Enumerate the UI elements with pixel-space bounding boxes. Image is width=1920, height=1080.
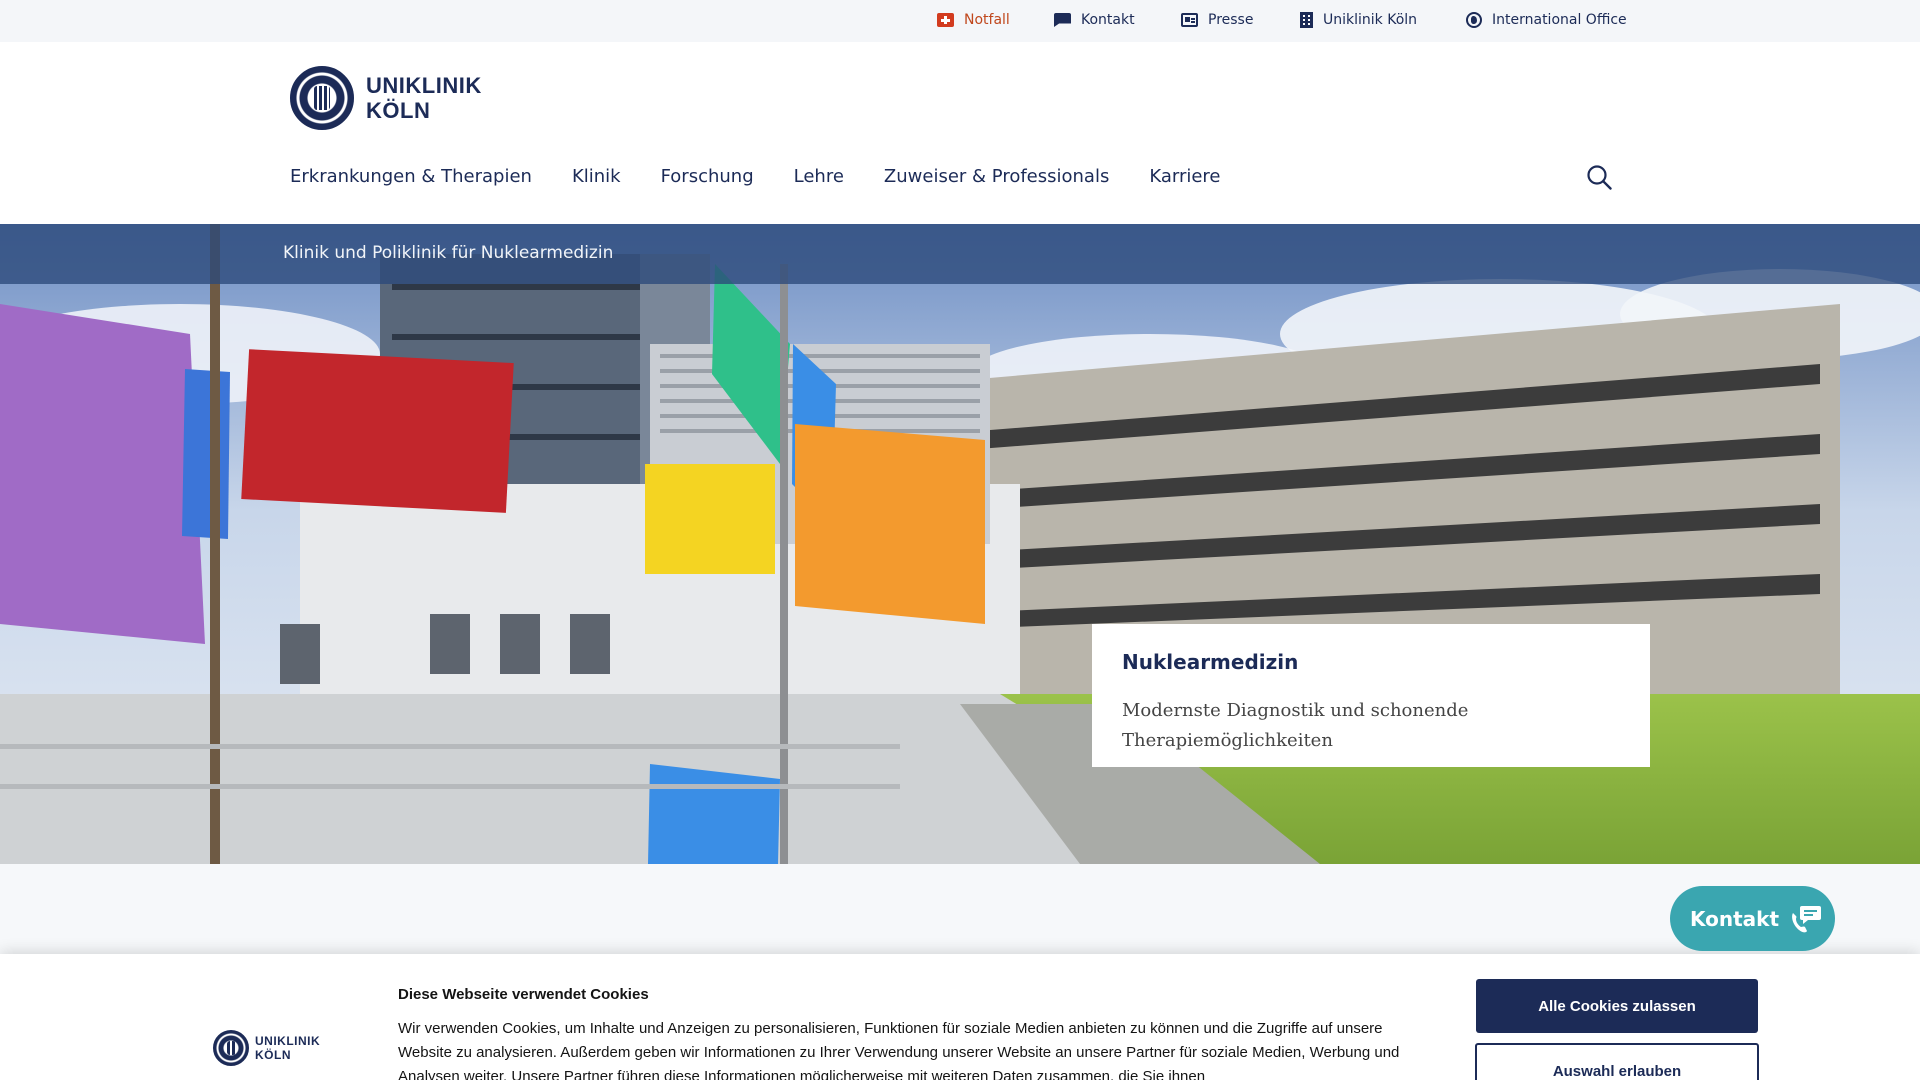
presse-label: Presse bbox=[1208, 12, 1254, 28]
emergency-cross-icon bbox=[937, 13, 954, 27]
phone-chat-icon bbox=[1792, 905, 1822, 932]
cookie-banner-logo: UNIKLINIK KÖLN bbox=[213, 1030, 320, 1066]
hero-building-illustration bbox=[0, 224, 1920, 864]
site-header: UNIKLINIK KÖLN Erkrankungen & Therapien … bbox=[0, 42, 1920, 224]
cookie-logo-line-2: KÖLN bbox=[255, 1048, 291, 1062]
uniklinik-link[interactable]: Uniklinik Köln bbox=[1300, 12, 1417, 28]
breadcrumb-current-page[interactable]: Klinik und Poliklinik für Nuklearmedizin bbox=[283, 243, 613, 263]
nav-zuweiser-professionals[interactable]: Zuweiser & Professionals bbox=[884, 166, 1109, 187]
cookie-banner-title: Diese Webseite verwendet Cookies bbox=[398, 986, 649, 1003]
utility-bar: Notfall Kontakt Presse Uniklinik Köln In… bbox=[0, 0, 1920, 42]
hero-title: Nuklearmedizin bbox=[1122, 650, 1299, 674]
kontakt-label: Kontakt bbox=[1081, 12, 1135, 28]
logo-line-2: KÖLN bbox=[366, 98, 431, 123]
nav-klinik[interactable]: Klinik bbox=[572, 166, 621, 187]
nav-karriere[interactable]: Karriere bbox=[1149, 166, 1220, 187]
logo-wordmark: UNIKLINIK KÖLN bbox=[366, 73, 482, 123]
nav-forschung[interactable]: Forschung bbox=[661, 166, 754, 187]
allow-selection-button[interactable]: Auswahl erlauben bbox=[1475, 1043, 1759, 1080]
contact-floating-label: Kontakt bbox=[1690, 906, 1780, 931]
hero-text-card: Nuklearmedizin Modernste Diagnostik und … bbox=[1092, 624, 1650, 767]
cookie-logo-wordmark: UNIKLINIK KÖLN bbox=[255, 1034, 320, 1062]
main-navigation: Erkrankungen & Therapien Klinik Forschun… bbox=[290, 166, 1261, 187]
uniklinik-label: Uniklinik Köln bbox=[1323, 12, 1418, 28]
presse-link[interactable]: Presse bbox=[1181, 12, 1253, 28]
hero-image bbox=[0, 224, 1920, 864]
cookie-logo-line-1: UNIKLINIK bbox=[255, 1034, 321, 1048]
hero-subtitle: Modernste Diagnostik und schonende Thera… bbox=[1122, 696, 1620, 756]
cookie-banner-text: Wir verwenden Cookies, um Inhalte und An… bbox=[398, 1020, 1400, 1080]
international-office-link[interactable]: International Office bbox=[1466, 12, 1627, 28]
chat-bubble-icon bbox=[1054, 13, 1071, 27]
hero-subtitle-line-1: Modernste Diagnostik und schonende bbox=[1122, 700, 1469, 721]
globe-icon bbox=[1466, 12, 1482, 28]
notfall-label: Notfall bbox=[964, 12, 1010, 28]
university-seal-icon bbox=[213, 1030, 249, 1066]
hero-subtitle-line-2: Therapiemöglichkeiten bbox=[1122, 730, 1333, 751]
nav-erkrankungen-therapien[interactable]: Erkrankungen & Therapien bbox=[290, 166, 532, 187]
search-icon[interactable] bbox=[1586, 164, 1612, 190]
nav-lehre[interactable]: Lehre bbox=[794, 166, 844, 187]
newspaper-icon bbox=[1181, 13, 1198, 27]
contact-floating-button[interactable]: Kontakt bbox=[1670, 886, 1835, 951]
kontakt-link[interactable]: Kontakt bbox=[1054, 12, 1135, 28]
breadcrumb: Klinik und Poliklinik für Nuklearmedizin bbox=[0, 224, 1920, 284]
cookie-banner: UNIKLINIK KÖLN Diese Webseite verwendet … bbox=[0, 954, 1920, 1080]
building-icon bbox=[1300, 12, 1313, 28]
accept-all-cookies-button[interactable]: Alle Cookies zulassen bbox=[1476, 979, 1758, 1033]
logo-line-1: UNIKLINIK bbox=[366, 73, 482, 98]
notfall-link[interactable]: Notfall bbox=[937, 12, 1010, 28]
site-logo[interactable]: UNIKLINIK KÖLN bbox=[290, 66, 482, 130]
international-office-label: International Office bbox=[1492, 12, 1627, 28]
university-seal-icon bbox=[290, 66, 354, 130]
